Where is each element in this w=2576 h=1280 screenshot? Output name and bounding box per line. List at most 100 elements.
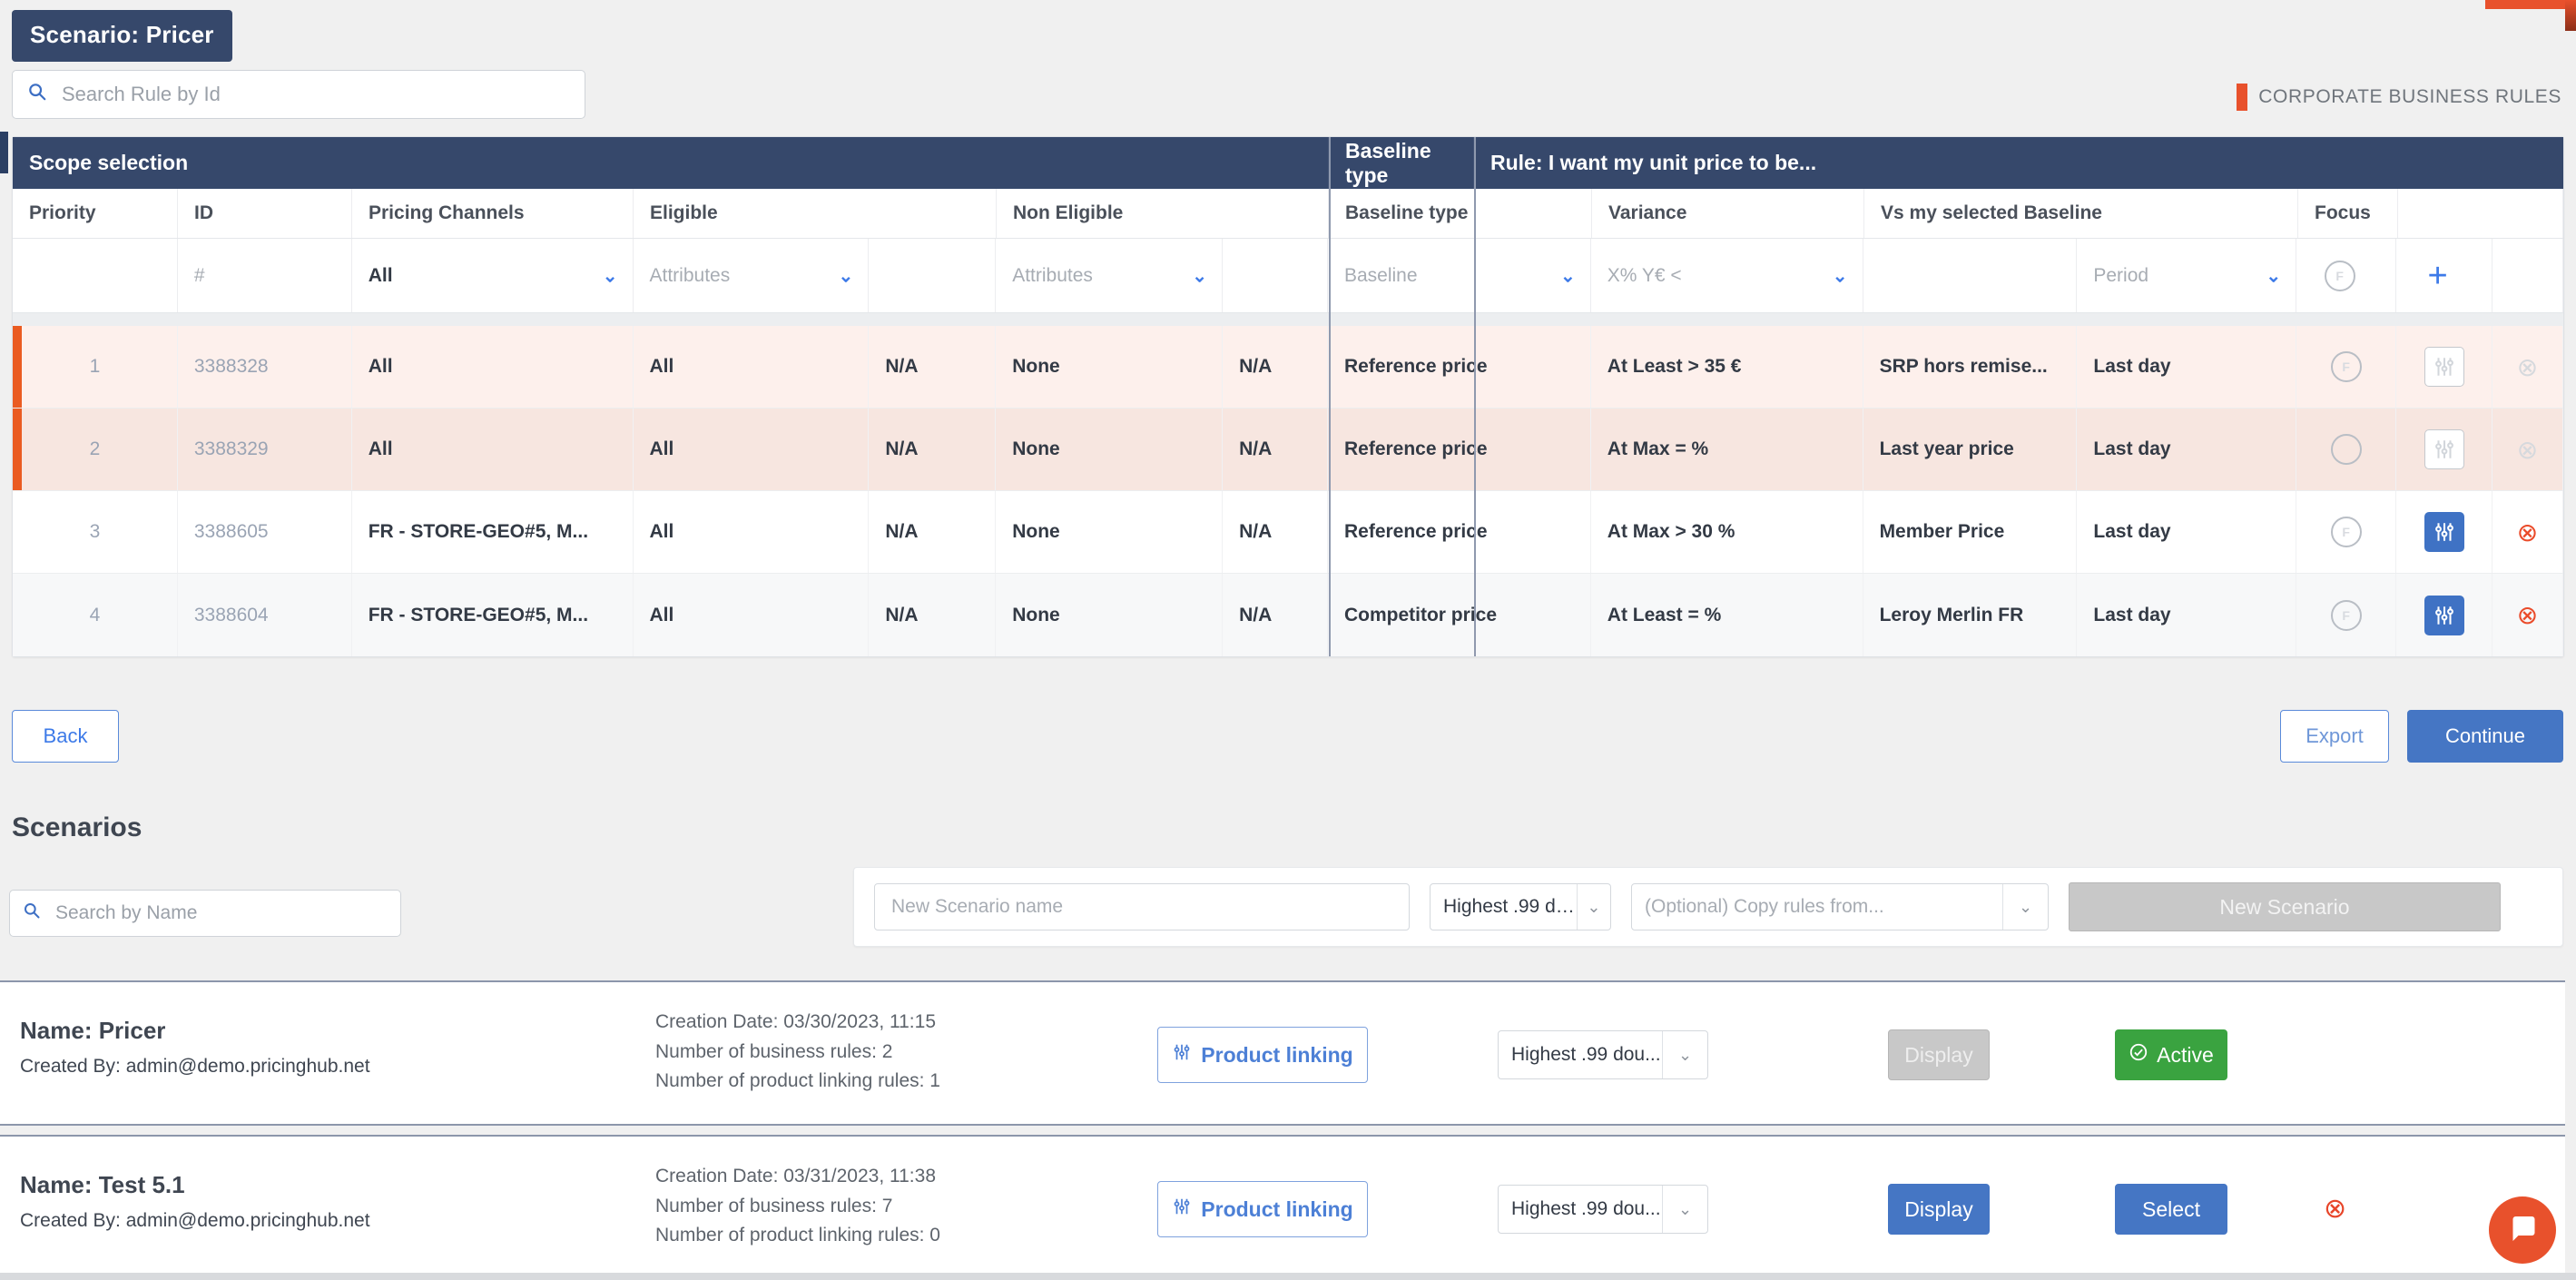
display-button[interactable]: Display [1888,1184,1990,1235]
status-badge-active[interactable]: Active [2115,1029,2227,1080]
sliders-icon [2424,347,2464,387]
scenario-business-rules-count: Number of business rules: 2 [655,1040,893,1062]
chevron-down-icon[interactable]: ⌄ [1662,1186,1707,1233]
delete-circle-icon: ⊗ [2516,601,2539,629]
table-row[interactable]: 3 3388605 FR - STORE-GEO#5, M... All N/A… [13,491,2563,574]
bottom-scrollbar-strip[interactable] [0,1273,2576,1280]
scenario-rounding-select[interactable]: Highest .99 dou... ⌄ [1498,1185,1708,1234]
left-nav-sliver [0,132,8,173]
chevron-down-icon[interactable]: ⌄ [603,264,618,287]
chevron-down-icon[interactable]: ⌄ [839,264,854,287]
delete-circle-icon: ⊗ [2516,352,2539,381]
cell-product-linking-button[interactable] [2396,326,2493,408]
search-rule-input[interactable] [60,82,570,107]
cell-delete-button[interactable]: ⊗ [2492,574,2563,656]
scenario-name-block: Name: Test 5.1 Created By: admin@demo.pr… [20,1171,370,1232]
scenario-list-item[interactable]: Name: Test 5.1 Created By: admin@demo.pr… [0,1135,2565,1280]
filter-variance[interactable]: X% Y€ < ⌄ [1591,239,1863,312]
cell-product-linking-button[interactable] [2396,409,2493,490]
cell-non-eligible: None [996,409,1224,490]
new-scenario-name-field[interactable] [874,883,1410,930]
cell-eligible: All [634,326,870,408]
cell-focus-toggle[interactable]: F [2296,574,2397,656]
filter-eligible[interactable]: Attributes ⌄ [634,239,870,312]
scenario-meta: Creation Date: 03/30/2023, 11:15 Number … [655,1008,940,1097]
chevron-down-icon[interactable]: ⌄ [1576,884,1610,930]
cell-period: Last day [2077,574,2297,656]
new-scenario-panel: Highest .99 double ... ⌄ (Optional) Copy… [853,867,2563,947]
copy-rules-select[interactable]: (Optional) Copy rules from... ⌄ [1631,883,2049,930]
table-row[interactable]: 4 3388604 FR - STORE-GEO#5, M... All N/A… [13,574,2563,656]
delete-circle-icon: ⊗ [2516,435,2539,464]
delete-scenario-icon[interactable]: ⊗ [2324,1193,2346,1225]
filter-actions-spacer [2492,239,2563,312]
corporate-business-rules-badge: CORPORATE BUSINESS RULES [2237,84,2561,111]
scenario-created-by: Created By: admin@demo.pricinghub.net [20,1056,370,1077]
focus-icon [2330,434,2362,465]
filter-vs-baseline[interactable] [1863,239,2078,312]
table-row[interactable]: 1 3388328 All All N/A None N/A Reference… [13,326,2563,409]
cell-baseline-type: Competitor price [1328,574,1591,656]
cell-period: Last day [2077,409,2297,490]
cell-delete-button[interactable]: ⊗ [2492,409,2563,490]
cell-id: 3388329 [178,409,352,490]
cell-focus-toggle[interactable]: F [2296,326,2397,408]
new-scenario-name-input[interactable] [890,895,1394,919]
sliders-icon [2424,429,2464,469]
table-column-header-row: Priority ID Pricing Channels Eligible No… [13,189,2563,239]
filter-period[interactable]: Period ⌄ [2077,239,2297,312]
cell-focus-toggle[interactable]: F [2296,491,2397,573]
display-button[interactable]: Display [1888,1029,1990,1080]
table-section-divider [13,313,2563,326]
search-scenario-input[interactable] [54,901,388,925]
filter-non-eligible[interactable]: Attributes ⌄ [996,239,1224,312]
cell-priority: 3 [13,491,178,573]
rounding-rule-select[interactable]: Highest .99 double ... ⌄ [1430,883,1611,930]
cell-non-eligible: None [996,491,1224,573]
chevron-down-icon[interactable]: ⌄ [1560,264,1576,287]
intercom-chat-button[interactable] [2489,1196,2556,1264]
continue-button[interactable]: Continue [2407,710,2563,763]
cell-delete-button[interactable]: ⊗ [2492,491,2563,573]
scenario-rounding-select[interactable]: Highest .99 dou... ⌄ [1498,1030,1708,1079]
filter-baseline-type[interactable]: Baseline ⌄ [1328,239,1591,312]
cell-product-linking-button[interactable] [2396,574,2493,656]
cell-delete-button[interactable]: ⊗ [2492,326,2563,408]
table-row[interactable]: 2 3388329 All All N/A None N/A Reference… [13,409,2563,491]
export-button[interactable]: Export [2280,710,2389,763]
chevron-down-icon[interactable]: ⌄ [2002,884,2048,930]
focus-icon: F [2330,599,2362,631]
status-label: Active [2157,1042,2214,1067]
add-rule-button[interactable]: + [2396,239,2493,312]
filter-focus-toggle[interactable]: F [2296,239,2397,312]
cell-focus-toggle[interactable] [2296,409,2397,490]
cell-pricing-channels: All [352,409,634,490]
chevron-down-icon[interactable]: ⌄ [1833,264,1848,287]
search-icon [23,901,41,925]
cell-period: Last day [2077,326,2297,408]
row-corporate-flag [13,409,22,490]
filter-period-placeholder: Period [2093,264,2149,286]
new-scenario-button[interactable]: New Scenario [2069,882,2501,931]
product-linking-button[interactable]: Product linking [1157,1027,1368,1083]
cell-id: 3388328 [178,326,352,408]
chevron-down-icon[interactable]: ⌄ [2266,264,2281,287]
scenario-rounding-value: Highest .99 dou... [1511,1044,1661,1065]
cell-baseline-type: Reference price [1328,326,1591,408]
cell-vs-baseline: Last year price [1863,409,2078,490]
back-button[interactable]: Back [12,710,119,763]
chevron-down-icon[interactable]: ⌄ [1192,264,1207,287]
check-circle-icon [2129,1042,2148,1068]
sliders-icon [2424,512,2464,552]
scenario-list-item[interactable]: Name: Pricer Created By: admin@demo.pric… [0,980,2565,1126]
focus-icon: F [2330,517,2362,547]
filter-id[interactable]: # [178,239,352,312]
chevron-down-icon[interactable]: ⌄ [1662,1031,1707,1078]
product-linking-button[interactable]: Product linking [1157,1181,1368,1237]
cell-pricing-channels: All [352,326,634,408]
cell-product-linking-button[interactable] [2396,491,2493,573]
search-rule-field[interactable] [12,70,585,119]
select-button[interactable]: Select [2115,1184,2227,1235]
search-scenario-field[interactable] [9,890,401,937]
filter-pricing-channels[interactable]: All ⌄ [352,239,634,312]
